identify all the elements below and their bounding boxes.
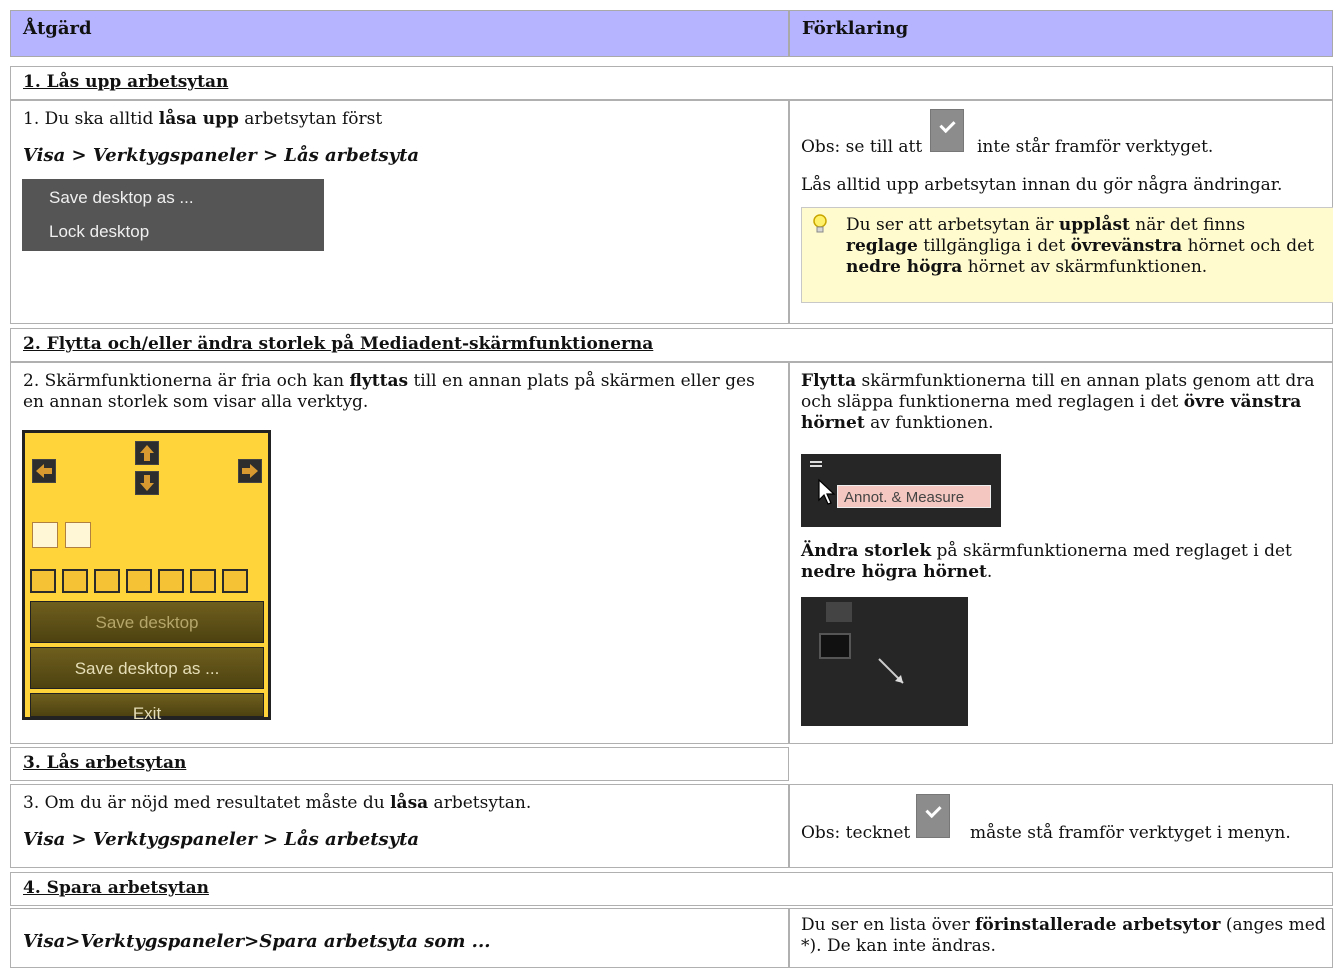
snap-grid-icon[interactable] (32, 522, 58, 548)
resize-handle-screenshot (801, 597, 968, 726)
header-action: Åtgärd (10, 10, 789, 57)
section4-title-text: 4. Spara arbetsytan (23, 878, 209, 898)
header-explanation-label: Förklaring (802, 18, 909, 39)
section4-left-cell: Visa>Verktygspaneler>Spara arbetsyta som… (10, 908, 789, 968)
toolbar-panel-screenshot: Save desktop Save desktop as ... Exit (22, 430, 271, 723)
mouse-cursor-icon (818, 478, 836, 505)
section3-instruction: 3. Om du är nöjd med resultatet måste du… (23, 793, 532, 813)
section3-title: 3. Lås arbetsytan (10, 747, 789, 781)
tip-box: Du ser att arbetsytan är upplåst när det… (801, 207, 1333, 303)
section2-left-cell: 2. Skärmfunktionerna är fria och kan fly… (10, 362, 789, 744)
section3-right-cell: Obs: tecknet måste stå framför verktyget… (789, 784, 1333, 868)
section4-menu-path: Visa>Verktygspaneler>Spara arbetsyta som… (23, 931, 491, 952)
section2-instruction: 2. Skärmfunktionerna är fria och kan fly… (23, 371, 755, 412)
scroll-arrows (826, 602, 852, 622)
arrow-down-icon[interactable] (135, 471, 159, 495)
header-action-label: Åtgärd (23, 18, 92, 39)
section2-right-cell: Flytta skärmfunktionerna till en annan p… (789, 362, 1333, 744)
dock-bottom-right-icon[interactable] (62, 569, 88, 593)
section4-title: 4. Spara arbetsytan (10, 872, 1333, 906)
lightbulb-icon (813, 214, 827, 233)
arrow-right-icon[interactable] (238, 459, 262, 483)
section3-left-cell: 3. Om du är nöjd med resultatet måste du… (10, 784, 789, 868)
header-explanation: Förklaring (789, 10, 1333, 57)
section1-unlock-note: Lås alltid upp arbetsytan innan du gör n… (801, 175, 1283, 195)
section1-right-cell: Obs: se till att inte står framför verkt… (789, 100, 1333, 324)
section2-resize-text: Ändra storlek på skärmfunktionerna med r… (801, 541, 1292, 582)
menu-item-save-desktop-as[interactable]: Save desktop as ... (22, 181, 324, 215)
dock-bottom-icon[interactable] (126, 569, 152, 593)
section4-right-cell: Du ser en lista över förinstallerade arb… (789, 908, 1333, 968)
drag-handle-icon[interactable] (810, 461, 822, 467)
section3-title-text: 3. Lås arbetsytan (23, 753, 187, 773)
section1-obs: Obs: se till att (801, 137, 923, 157)
section3-menu-path: Visa > Verktygspaneler > Lås arbetsyta (23, 829, 420, 850)
resize-handle-icon[interactable] (873, 653, 909, 689)
section4-text: Du ser en lista över förinstallerade arb… (801, 915, 1326, 956)
dock-top-icon[interactable] (94, 569, 120, 593)
section1-obs-post: inte står framför verktyget. (977, 137, 1214, 157)
section1-title: 1. Lås upp arbetsytan (10, 66, 1333, 100)
section3-obs-post: måste stå framför verktyget i menyn. (970, 823, 1291, 843)
arrow-left-icon[interactable] (32, 459, 56, 483)
checkmark-icon (930, 109, 964, 152)
section1-title-text: 1. Lås upp arbetsytan (23, 72, 229, 92)
save-desktop-button[interactable]: Save desktop (30, 601, 264, 643)
section1-left-cell: 1. Du ska alltid låsa upp arbetsytan för… (10, 100, 789, 324)
section1-instruction: 1. Du ska alltid låsa upp arbetsytan för… (23, 109, 383, 129)
magnet-icon[interactable] (65, 522, 91, 548)
exit-button[interactable]: Exit (30, 693, 264, 723)
checkmark-icon (916, 794, 950, 838)
split-horizontal-icon[interactable] (222, 569, 248, 593)
section3-obs: Obs: tecknet (801, 823, 911, 843)
dock-top-left-icon[interactable] (30, 569, 56, 593)
tip-text: Du ser att arbetsytan är upplåst när det… (846, 215, 1315, 277)
annot-measure-tab[interactable]: Annot. & Measure (837, 485, 991, 508)
section2-title-text: 2. Flytta och/eller ändra storlek på Med… (23, 334, 654, 354)
section2-move-text: Flytta skärmfunktionerna till en annan p… (801, 371, 1315, 433)
menu-item-lock-desktop[interactable]: Lock desktop (22, 215, 324, 249)
annot-move-screenshot: Annot. & Measure (801, 454, 1001, 527)
section1-menu-path: Visa > Verktygspaneler > Lås arbetsyta (23, 145, 420, 166)
save-desktop-as-button[interactable]: Save desktop as ... (30, 647, 264, 689)
center-icon[interactable] (158, 569, 184, 593)
lock-menu-screenshot: Save desktop as ... Lock desktop (22, 179, 324, 251)
section2-title: 2. Flytta och/eller ändra storlek på Med… (10, 328, 1333, 362)
arrow-up-icon[interactable] (135, 441, 159, 465)
split-vertical-icon[interactable] (190, 569, 216, 593)
color-palette-icon[interactable] (819, 633, 851, 659)
